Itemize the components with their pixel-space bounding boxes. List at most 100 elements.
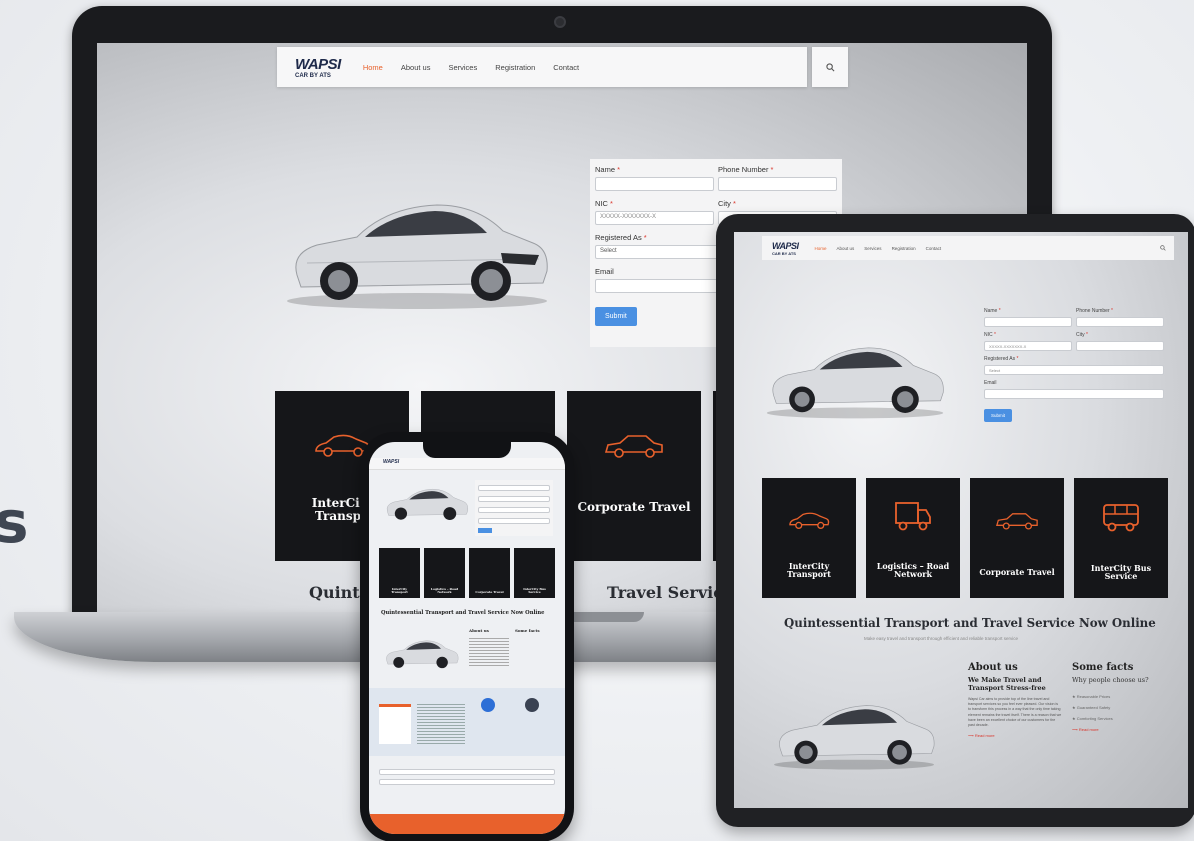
sedan-icon [604, 435, 663, 458]
nav-home[interactable]: Home [363, 63, 383, 72]
read-more-link[interactable]: ⟶ Read more [968, 733, 1062, 738]
logo-text: WAPSI [295, 55, 341, 73]
tagline-fragment: Travel Service [607, 583, 734, 602]
name-input[interactable] [984, 317, 1072, 327]
tile-title: InterCity Transport [787, 561, 831, 580]
service-tile-corporate[interactable]: Corporate Travel [469, 548, 510, 598]
brand-logo[interactable]: WAPSI CAR BY ATS [772, 241, 799, 256]
logo-text[interactable]: WAPSI [383, 459, 399, 465]
service-tile-bus[interactable]: InterCity Bus Service [1074, 478, 1168, 598]
nav-registration[interactable]: Registration [495, 63, 535, 72]
about-heading: About us [968, 662, 1018, 673]
nic-label: NIC * [595, 199, 613, 208]
service-tile-corporate[interactable]: Corporate Travel [567, 391, 701, 561]
why-section [369, 688, 565, 756]
registered-as-select[interactable] [478, 507, 550, 513]
phone-input[interactable] [1076, 317, 1164, 327]
email-input[interactable] [478, 518, 550, 524]
nav-services[interactable]: Services [864, 246, 881, 251]
hero-car-image [386, 489, 469, 521]
search-icon[interactable] [1160, 245, 1166, 251]
nav-about[interactable]: About us [401, 63, 431, 72]
truck-icon [895, 502, 931, 531]
nav-contact[interactable]: Contact [553, 63, 579, 72]
name-label: Name * [984, 308, 1001, 314]
city-input[interactable] [1076, 341, 1164, 351]
tile-title: Corporate Travel [577, 500, 691, 514]
facts-heading: Some facts [1072, 662, 1134, 673]
name-input[interactable] [478, 485, 550, 491]
tagline-heading: Quintessential Transport and Travel Serv… [784, 616, 1156, 630]
service-tile-intercity[interactable]: InterCity Transport [762, 478, 856, 598]
message-input[interactable] [379, 769, 555, 775]
facts-heading: Some facts [515, 628, 540, 633]
tablet-navbar: WAPSI CAR BY ATS Home About us Services … [762, 236, 1174, 260]
tagline-subtext: Make easy travel and transport through e… [864, 636, 1018, 641]
fact-item: ★ Comforting Services [1072, 716, 1113, 721]
logo-subtext: CAR BY ATS [295, 72, 331, 79]
about-section: About us We Make Travel and Transport St… [968, 662, 1062, 738]
email-input[interactable] [984, 389, 1164, 399]
service-tile-intercity[interactable]: InterCity Transport [379, 548, 420, 598]
nav-about[interactable]: About us [837, 246, 855, 251]
registered-as-select[interactable]: Select [984, 365, 1164, 375]
nic-input[interactable]: XXXXX-XXXXXXX-X [984, 341, 1072, 351]
service-tile-bus[interactable]: InterCity Bus Service [514, 548, 555, 598]
contact-form-area [379, 766, 555, 806]
service-tile-corporate[interactable]: Corporate Travel [970, 478, 1064, 598]
name-label: Name * [595, 165, 621, 174]
hero-car-image [287, 204, 548, 309]
registered-as-label: Registered As * [984, 356, 1019, 362]
phone-notch [423, 442, 511, 458]
fact-item: ★ Guaranteed Safety [1072, 705, 1111, 710]
phone-tiles: InterCity Transport Logistics – Road Net… [379, 548, 555, 598]
phone-footer-bar[interactable] [369, 814, 565, 834]
tablet-screen: WAPSI CAR BY ATS Home About us Services … [734, 232, 1188, 808]
email-label: Email [984, 380, 997, 386]
phone-frame: WAPSI InterCity Transport Logistics – Ro… [360, 432, 574, 841]
navbar: WAPSI CAR BY ATS Home About us Services … [277, 47, 807, 87]
submit-button[interactable] [478, 528, 492, 533]
about-body: Wapsi Car aims to provide top of the lin… [968, 697, 1062, 728]
nic-input[interactable] [478, 496, 550, 502]
tile-title: InterCity Bus Service [523, 586, 546, 594]
tagline-heading: Quintessential Transport and Travel Serv… [381, 610, 545, 616]
search-button[interactable] [812, 47, 848, 87]
read-more-link[interactable]: ⟶ Read more [1072, 727, 1172, 732]
city-label: City * [1076, 332, 1088, 338]
phone-label: Phone Number * [1076, 308, 1113, 314]
cropped-letter: s [0, 488, 29, 556]
nav-registration[interactable]: Registration [892, 246, 916, 251]
about-subheading: We Make Travel and Transport Stress-free [968, 676, 1046, 692]
tile-title: Corporate Travel [475, 589, 504, 594]
tile-title: Logistics – Road Network [430, 586, 459, 594]
brand-logo[interactable]: WAPSI CAR BY ATS [295, 56, 341, 79]
phone-screen: WAPSI InterCity Transport Logistics – Ro… [369, 442, 565, 834]
device-mockup-stage: s WAPSI CAR BY ATS Home About us Service… [0, 0, 1194, 841]
phone-input[interactable] [718, 177, 837, 191]
service-tile-logistics[interactable]: Logistics – Road Network [424, 548, 465, 598]
service-tile-logistics[interactable]: Logistics – Road Network [866, 478, 960, 598]
message-input[interactable] [379, 779, 555, 785]
bus-icon [1103, 504, 1139, 532]
camera [554, 16, 566, 28]
tile-title: InterCity Transport [391, 586, 408, 594]
nav-contact[interactable]: Contact [926, 246, 942, 251]
nic-label: NIC * [984, 332, 996, 338]
tablet-frame: WAPSI CAR BY ATS Home About us Services … [716, 214, 1194, 827]
submit-button[interactable]: Submit [595, 307, 637, 326]
submit-button[interactable]: Submit [984, 409, 1013, 422]
avatar [525, 698, 539, 712]
tile-title: Corporate Travel [979, 567, 1055, 577]
about-heading: About us [469, 628, 489, 633]
phone-navbar: WAPSI [369, 458, 565, 470]
nav-services[interactable]: Services [448, 63, 477, 72]
nic-input[interactable]: XXXXX-XXXXXXX-X [595, 211, 714, 225]
city-label: City * [718, 199, 736, 208]
nav-home[interactable]: Home [815, 246, 827, 251]
avatar [481, 698, 495, 712]
logo-text: WAPSI [772, 240, 799, 251]
name-input[interactable] [595, 177, 714, 191]
mini-form [475, 480, 553, 536]
sedan-icon [996, 513, 1038, 530]
